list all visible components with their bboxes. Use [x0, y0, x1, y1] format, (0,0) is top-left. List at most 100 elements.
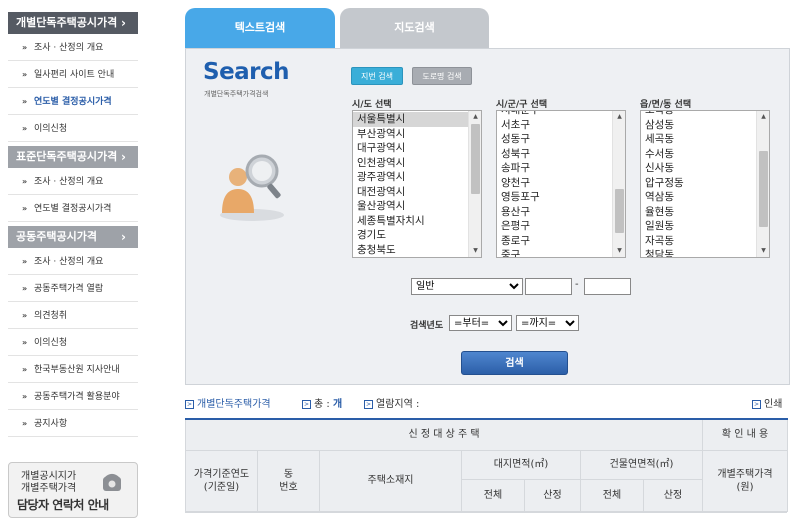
- sidebar-item[interactable]: » 의견청취: [8, 302, 138, 329]
- scroll-up-icon[interactable]: ▲: [613, 111, 625, 123]
- year-from-select[interactable]: =부터=: [449, 315, 512, 331]
- list-option[interactable]: 경기도: [353, 228, 481, 243]
- result-region-info: > 열람지역 :: [364, 395, 419, 410]
- list-option[interactable]: 서대문구: [497, 111, 625, 118]
- list-option[interactable]: 청담동: [641, 248, 769, 257]
- list-option[interactable]: 충청북도: [353, 243, 481, 258]
- list-option[interactable]: 영등포구: [497, 190, 625, 205]
- scroll-down-icon[interactable]: ▼: [757, 245, 769, 257]
- sidebar-item[interactable]: » 공동주택가격 활용분야: [8, 383, 138, 410]
- sigungu-label: 시/군/구 선택: [496, 100, 548, 110]
- list-option[interactable]: 대구광역시: [353, 141, 481, 156]
- sidebar-item[interactable]: » 이의신청: [8, 115, 138, 142]
- search-panel: Search 개별단독주택가격검색 지번 검색 도로명 검색 시/도 선택 시/…: [185, 48, 790, 385]
- bullet-icon: »: [22, 338, 28, 347]
- sidebar-item-label: 이의신청: [34, 124, 68, 134]
- sidebar-section-title: 표준단독주택공시가격: [16, 150, 118, 163]
- list-option[interactable]: 성북구: [497, 147, 625, 162]
- sido-listbox[interactable]: 서울특별시 부산광역시 대구광역시 인천광역시 광주광역시 대전광역시 울산광역시 세종특별자…: [352, 110, 482, 258]
- scroll-thumb[interactable]: [471, 124, 480, 194]
- list-option[interactable]: 은평구: [497, 219, 625, 234]
- result-table: 신 정 대 상 주 택 확 인 내 용 가격기준연도 (기준일) 동 번호 주택…: [184, 418, 789, 512]
- list-option[interactable]: 압구정동: [641, 176, 769, 191]
- list-option[interactable]: 세종특별자치시: [353, 214, 481, 229]
- tab-text-search[interactable]: 텍스트검색: [185, 8, 335, 50]
- arrow-box-icon: >: [302, 399, 311, 409]
- list-option[interactable]: 종로구: [497, 234, 625, 249]
- bunji-sub-input[interactable]: [584, 278, 631, 295]
- scroll-up-icon[interactable]: ▲: [469, 111, 481, 123]
- sidebar-item-label: 의견청취: [34, 311, 68, 321]
- sidebar-item[interactable]: » 공지사항: [8, 410, 138, 437]
- sidebar: 개별단독주택공시가격 ›» 조사 · 산정의 개요» 일사편리 사이트 안내» 연도별 …: [8, 12, 138, 437]
- list-option[interactable]: 양천구: [497, 176, 625, 191]
- sigungu-scrollbar[interactable]: ▲ ▼: [612, 111, 625, 257]
- list-option[interactable]: 부산광역시: [353, 127, 481, 142]
- search-submit-button[interactable]: 검색: [461, 351, 568, 375]
- sidebar-item[interactable]: » 조사 · 산정의 개요: [8, 248, 138, 275]
- dong-scrollbar[interactable]: ▲ ▼: [756, 111, 769, 257]
- sidebar-section-header[interactable]: 공동주택공시가격 ›: [8, 226, 138, 248]
- list-option[interactable]: 대전광역시: [353, 185, 481, 200]
- sigungu-listbox[interactable]: 서대문구 서초구 성동구 성북구 송파구 양천구 영등포구 용산구 은평구 종로구 중구 ▲ ▼: [496, 110, 626, 258]
- sidebar-section-header[interactable]: 개별단독주택공시가격 ›: [8, 12, 138, 34]
- range-dash: -: [575, 279, 579, 290]
- property-type-select[interactable]: 일반: [411, 278, 523, 295]
- list-option[interactable]: 삼성동: [641, 118, 769, 133]
- sido-scrollbar[interactable]: ▲ ▼: [468, 111, 481, 257]
- list-option[interactable]: 율현동: [641, 205, 769, 220]
- sidebar-item[interactable]: » 조사 · 산정의 개요: [8, 34, 138, 61]
- list-option[interactable]: 세곡동: [641, 132, 769, 147]
- scroll-up-icon[interactable]: ▲: [757, 111, 769, 123]
- list-option[interactable]: 광주광역시: [353, 170, 481, 185]
- list-option[interactable]: 일원동: [641, 219, 769, 234]
- sidebar-item-label: 공동주택가격 활용분야: [34, 392, 120, 402]
- person-magnifier-icon: [220, 154, 284, 221]
- group-header: 신 정 대 상 주 택: [184, 418, 704, 451]
- sidebar-item[interactable]: » 공동주택가격 열람: [8, 275, 138, 302]
- list-option[interactable]: 수서동: [641, 147, 769, 162]
- sidebar-item[interactable]: » 이의신청: [8, 329, 138, 356]
- sidebar-item[interactable]: » 연도별 결정공시가격: [8, 195, 138, 222]
- list-option[interactable]: 중구: [497, 248, 625, 257]
- col-address-header: 주택소재지: [319, 449, 462, 512]
- list-option[interactable]: 서울특별시: [353, 112, 481, 127]
- scroll-down-icon[interactable]: ▼: [469, 245, 481, 257]
- scroll-thumb[interactable]: [615, 189, 624, 233]
- sidebar-item-label: 조사 · 산정의 개요: [34, 43, 104, 53]
- list-option[interactable]: 성동구: [497, 132, 625, 147]
- list-option[interactable]: 송파구: [497, 161, 625, 176]
- year-to-select[interactable]: =까지=: [516, 315, 579, 331]
- list-option[interactable]: 인천광역시: [353, 156, 481, 171]
- contact-banner[interactable]: 개별공시지가 개별주택가격 담당자 연락처 안내: [8, 462, 138, 518]
- list-option[interactable]: 역삼동: [641, 190, 769, 205]
- sidebar-item-label: 조사 · 산정의 개요: [34, 257, 104, 267]
- list-option[interactable]: 오곡동: [641, 111, 769, 118]
- road-name-search-button[interactable]: 도로명 검색: [412, 67, 472, 85]
- print-link[interactable]: > 인쇄: [752, 395, 782, 410]
- bullet-icon: »: [22, 204, 28, 213]
- list-option[interactable]: 서초구: [497, 118, 625, 133]
- list-option[interactable]: 자곡동: [641, 234, 769, 249]
- search-logo: Search: [203, 59, 290, 85]
- bunji-main-input[interactable]: [525, 278, 572, 295]
- sidebar-item[interactable]: » 한국부동산원 지사안내: [8, 356, 138, 383]
- list-option[interactable]: 울산광역시: [353, 199, 481, 214]
- tab-map-search[interactable]: 지도검색: [340, 8, 489, 50]
- sidebar-section-title: 공동주택공시가격: [16, 230, 97, 243]
- dong-listbox[interactable]: 오곡동 삼성동 세곡동 수서동 신사동 압구정동 역삼동 율현동 일원동 자곡동 청담동 ▲ ▼: [640, 110, 770, 258]
- total-unit: 개: [332, 399, 343, 410]
- sidebar-item-label: 한국부동산원 지사안내: [34, 365, 120, 375]
- print-label: 인쇄: [764, 399, 783, 410]
- sidebar-item[interactable]: » 조사 · 산정의 개요: [8, 168, 138, 195]
- sidebar-item[interactable]: » 연도별 결정공시가격: [8, 88, 138, 115]
- sidebar-section-header[interactable]: 표준단독주택공시가격 ›: [8, 146, 138, 168]
- jibun-search-button[interactable]: 지번 검색: [351, 67, 403, 85]
- list-option[interactable]: 신사동: [641, 161, 769, 176]
- list-option[interactable]: 용산구: [497, 205, 625, 220]
- sidebar-item[interactable]: » 일사편리 사이트 안내: [8, 61, 138, 88]
- total-label: 총 :: [314, 399, 330, 410]
- col-land-total-header: 전체: [461, 478, 525, 512]
- scroll-thumb[interactable]: [759, 151, 768, 227]
- scroll-down-icon[interactable]: ▼: [613, 245, 625, 257]
